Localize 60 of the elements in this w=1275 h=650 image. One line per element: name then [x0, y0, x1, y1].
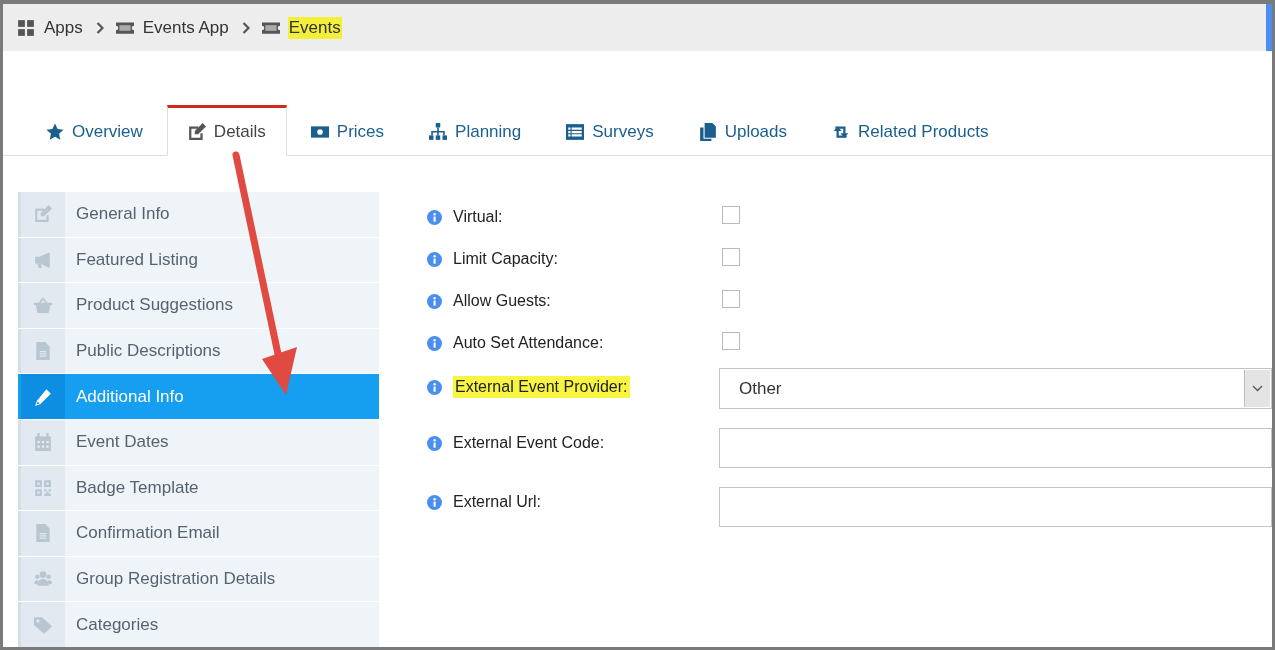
checkbox[interactable]	[722, 248, 740, 266]
caret-icon	[1252, 385, 1263, 392]
breadcrumb-link[interactable]: Apps	[43, 16, 84, 39]
sidebar-item[interactable]: Featured Listing	[18, 237, 379, 283]
edit-icon	[187, 122, 206, 141]
document-icon	[34, 342, 52, 361]
field-label: Auto Set Attendance:	[453, 334, 604, 352]
calendar-icon	[34, 433, 52, 452]
sidebar-item[interactable]: General Info	[18, 192, 379, 237]
sidebar-item[interactable]: Badge Template	[18, 465, 379, 511]
pencil-icon	[34, 387, 52, 406]
info-icon	[427, 379, 442, 395]
info-icon	[427, 435, 442, 451]
input-field[interactable]	[719, 487, 1272, 527]
sidebar-item[interactable]: Categories	[18, 602, 379, 647]
field-label: Limit Capacity:	[453, 250, 558, 268]
tab[interactable]: Planning	[408, 105, 543, 156]
document-icon	[34, 524, 52, 543]
info-icon	[427, 335, 442, 351]
qr-code-icon	[34, 478, 52, 497]
tab[interactable]: Uploads	[677, 105, 809, 156]
sidebar-item[interactable]: Confirmation Email	[18, 511, 379, 556]
tab[interactable]: Details	[166, 105, 287, 156]
checkbox[interactable]	[722, 206, 740, 224]
info-icon	[427, 209, 442, 225]
dropdown[interactable]: Other	[719, 368, 1272, 409]
megaphone-icon	[34, 250, 52, 269]
sidebar-item[interactable]: Product Suggestions	[18, 283, 379, 328]
star-icon	[46, 122, 64, 141]
info-icon	[427, 251, 442, 267]
users-icon	[34, 570, 52, 589]
field-label: Allow Guests:	[453, 292, 551, 310]
field-label: Virtual:	[453, 208, 503, 226]
list-icon	[566, 122, 585, 141]
input-field[interactable]	[719, 428, 1272, 468]
sidebar-item[interactable]: Public Descriptions	[18, 328, 379, 374]
basket-icon	[34, 296, 52, 315]
info-icon	[427, 293, 442, 309]
sitemap-icon	[429, 122, 448, 141]
tab[interactable]: Surveys	[545, 105, 675, 156]
tag-icon	[34, 615, 52, 634]
documents-icon	[698, 122, 717, 141]
checkbox[interactable]	[722, 332, 740, 350]
field-label: External Url:	[453, 493, 542, 511]
tab[interactable]: Prices	[289, 105, 406, 156]
sidebar-item[interactable]: Group Registration Details	[18, 556, 379, 602]
tab[interactable]: Overview	[25, 105, 164, 156]
chevron-icon	[95, 21, 104, 34]
field-label: External Event Provider:	[453, 376, 630, 398]
breadcrumb-link[interactable]: Events App	[141, 16, 230, 39]
breadcrumb-link[interactable]: Events	[287, 16, 342, 39]
scrollbar-thumb[interactable]	[1266, 4, 1272, 51]
sidebar-item[interactable]: Event Dates	[18, 419, 379, 465]
info-icon	[427, 494, 442, 510]
checkbox[interactable]	[722, 290, 740, 308]
chevron-icon	[241, 21, 250, 34]
field-label: External Event Code:	[453, 434, 605, 452]
grid-icon	[17, 18, 35, 37]
edit-icon	[34, 205, 52, 224]
tab[interactable]: Related Products	[811, 105, 1010, 156]
